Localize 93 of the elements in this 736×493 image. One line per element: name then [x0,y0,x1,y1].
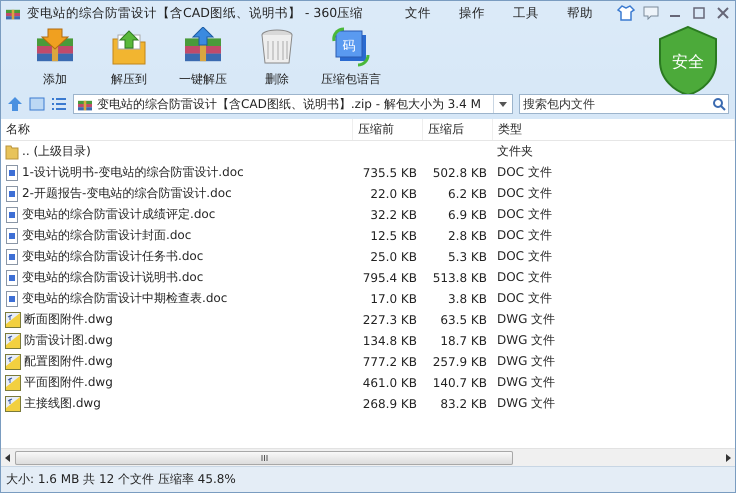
file-name: 变电站的综合防雷设计说明书.doc [22,269,204,286]
table-cell-text: 12.5 KB [369,228,418,242]
table-cell-text: DWG 文件 [496,311,556,328]
table-cell-text: 461.0 KB [362,376,418,390]
document-icon [5,206,19,222]
table-cell-text: DWG 文件 [496,395,556,412]
table-cell-text: 17.0 KB [369,292,418,306]
toolbar-button[interactable]: 一键解压 [167,25,239,90]
toolbar-button[interactable]: 解压到 [93,25,165,90]
file-name: 变电站的综合防雷设计成绩评定.doc [22,206,216,223]
table-cell-text: 513.8 KB [432,270,488,284]
menu-item[interactable]: 操作 [445,4,500,22]
document-icon [5,270,19,286]
table-cell-text: 227.3 KB [362,312,418,326]
file-name: 变电站的综合防雷设计中期检查表.doc [22,290,228,307]
search-icon[interactable] [712,97,726,111]
table-cell-text: 6.9 KB [447,208,488,222]
table-cell-text: 文件夹 [496,143,534,160]
table-cell-text: 18.7 KB [439,334,488,348]
table-cell-text: DOC 文件 [496,227,553,244]
status-text: 大小: 1.6 MB 共 12 个文件 压缩率 45.8% [6,471,236,488]
menu-item[interactable]: 工具 [499,4,554,22]
file-name: 断面图附件.dwg [24,311,114,328]
table-cell-text: 795.4 KB [362,270,418,284]
up-arrow-icon[interactable] [7,96,23,112]
column-header[interactable]: 名称 [1,119,353,140]
document-icon [5,290,19,306]
drawing-file-icon [5,332,21,348]
table-cell-text: 3.8 KB [447,292,488,306]
grip-icon [260,454,268,460]
table-cell-text: DOC 文件 [496,269,553,286]
table-cell-text: 63.5 KB [439,312,488,326]
menu-item[interactable]: 帮助 [553,4,608,22]
table-cell-text: 257.9 KB [432,354,488,368]
table-cell-text: 268.9 KB [362,396,418,410]
table-cell-text: 735.5 KB [362,166,418,180]
file-name: 变电站的综合防雷设计封面.doc [22,227,192,244]
window-title: 变电站的综合防雷设计【含CAD图纸、说明书】 - 360压缩 [27,4,364,22]
table-cell-text: 22.0 KB [369,186,418,200]
search-field[interactable]: 搜索包内文件 [519,94,729,114]
file-name: 主接线图.dwg [24,395,102,412]
column-header[interactable]: 类型 [493,119,735,140]
document-icon [5,186,19,202]
scrollbar-thumb[interactable] [15,450,513,464]
folder-icon [5,144,19,160]
file-name: 1-设计说明书-变电站的综合防雷设计.doc [22,164,245,181]
table-cell-text: DWG 文件 [496,374,556,391]
drawing-file-icon [5,374,21,390]
table-cell-text: DOC 文件 [496,206,553,223]
feedback-icon[interactable] [643,6,659,20]
table-cell-text: DOC 文件 [496,290,553,307]
column-header[interactable]: 压缩前 [353,119,423,140]
file-name: 配置图附件.dwg [24,353,114,370]
table-cell-text: 140.7 KB [432,376,488,390]
document-icon [5,248,19,264]
table-cell-text: 25.0 KB [369,250,418,264]
table-cell-text: DOC 文件 [496,185,553,202]
file-name: 2-开题报告-变电站的综合防雷设计.doc [22,185,233,202]
table-cell-text: 777.2 KB [362,354,418,368]
drawing-file-icon [5,312,21,328]
path-field[interactable]: 变电站的综合防雷设计【含CAD图纸、说明书】.zip - 解包大小为 3.4 M [73,94,513,114]
document-icon [5,164,19,180]
document-icon [5,228,19,244]
file-name: .. (上级目录) [22,143,92,160]
drawing-file-icon [5,354,21,370]
table-cell-text: DOC 文件 [496,164,553,181]
file-name: 变电站的综合防雷设计任务书.doc [22,248,204,265]
table-cell-text: 32.2 KB [369,208,418,222]
table-cell-text: 6.2 KB [447,186,488,200]
drawing-file-icon [5,396,21,412]
thumbnail-view-icon[interactable] [29,97,45,111]
shirt-icon[interactable] [617,5,635,21]
list-view-icon[interactable] [51,97,67,111]
toolbar-button[interactable]: 码 压缩包语言 [315,25,387,90]
table-cell-text: 502.8 KB [432,166,488,180]
scroll-left-icon[interactable] [3,452,13,462]
toolbar-button[interactable]: 添加 [19,25,91,90]
file-name: 平面图附件.dwg [24,374,114,391]
table-cell-text: 134.8 KB [362,334,418,348]
menu-item[interactable]: 文件 [391,4,446,22]
scroll-right-icon[interactable] [723,452,733,462]
table-cell-text: 5.3 KB [447,250,488,264]
column-header[interactable]: 压缩后 [423,119,493,140]
close-icon[interactable] [715,6,731,20]
table-cell-text: DWG 文件 [496,353,556,370]
table-cell-text: 83.2 KB [439,396,488,410]
horizontal-scrollbar[interactable] [1,448,735,466]
file-name: 防雷设计图.dwg [24,332,114,349]
maximize-icon[interactable] [691,6,707,20]
table-cell-text: 2.8 KB [447,228,488,242]
table-cell-text: DOC 文件 [496,248,553,265]
table-cell-text: DWG 文件 [496,332,556,349]
toolbar-button[interactable]: 删除 [241,25,313,90]
